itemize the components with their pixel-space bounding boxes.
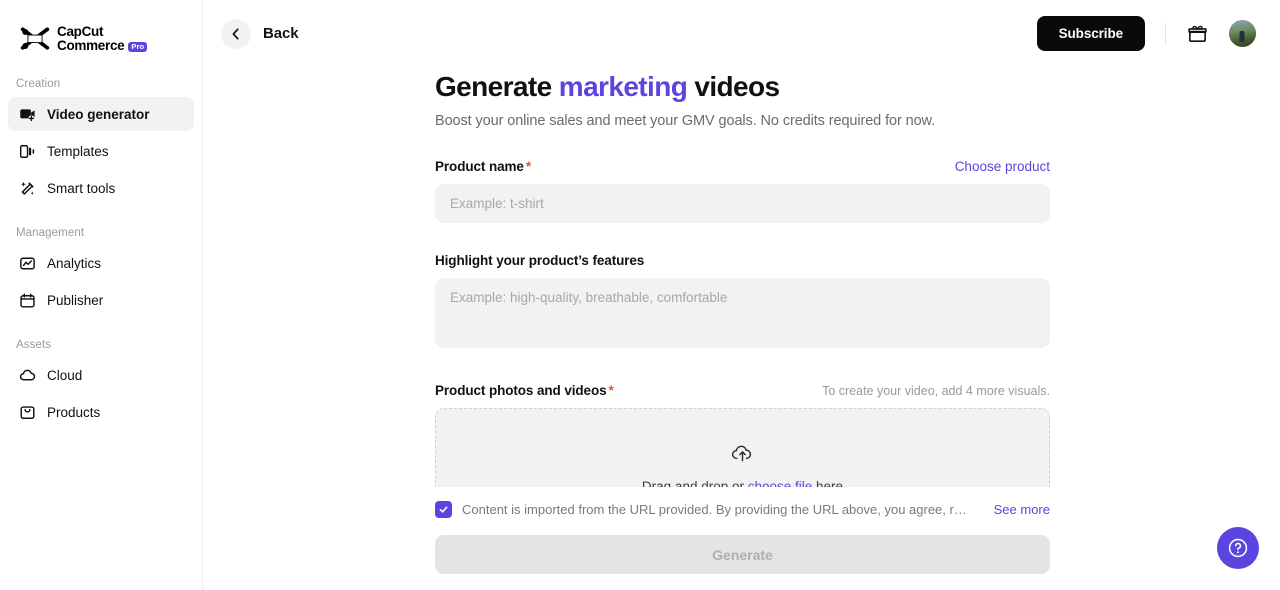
field-label-media: Product photos and videos *: [435, 383, 614, 398]
field-label-features: Highlight your product’s features: [435, 253, 645, 269]
sidebar-item-label: Products: [47, 404, 101, 420]
sidebar-item-analytics[interactable]: Analytics: [8, 246, 194, 280]
topbar: Back Subscribe: [203, 0, 1280, 67]
avatar[interactable]: [1229, 20, 1256, 47]
check-icon: [439, 506, 448, 513]
sidebar: CapCut Commerce Pro Creation Video gener…: [0, 0, 203, 590]
cloud-icon: [18, 366, 36, 384]
field-features: Highlight your product’s features: [435, 253, 1050, 353]
generate-button[interactable]: Generate: [435, 535, 1050, 574]
capcut-logo-icon: [20, 26, 50, 52]
page-title-accent: marketing: [558, 71, 688, 102]
sidebar-group-assets: Cloud Products: [0, 358, 202, 429]
app-root: CapCut Commerce Pro Creation Video gener…: [0, 0, 1280, 590]
sidebar-item-label: Analytics: [47, 255, 102, 271]
page-title-part2: videos: [687, 71, 780, 102]
consent-checkbox[interactable]: [435, 501, 452, 518]
topbar-actions: Subscribe: [1036, 16, 1256, 51]
video-generator-icon: [18, 105, 36, 123]
publisher-icon: [18, 291, 36, 309]
back-button[interactable]: Back: [221, 18, 299, 49]
media-hint: To create your video, add 4 more visuals…: [822, 384, 1050, 399]
sidebar-item-label: Cloud: [47, 367, 83, 383]
sidebar-item-smart-tools[interactable]: Smart tools: [8, 171, 194, 205]
chevron-left-icon: [221, 18, 251, 49]
logo-line-commerce: Commerce Pro: [57, 38, 148, 53]
page-title-part1: Generate: [435, 71, 559, 102]
cloud-upload-icon: [730, 442, 755, 468]
sidebar-item-templates[interactable]: Templates: [8, 134, 194, 168]
field-product-name: Product name * Choose product: [435, 159, 1050, 224]
sidebar-item-label: Templates: [47, 143, 109, 159]
question-mark-icon: [1228, 538, 1248, 558]
templates-icon: [18, 142, 36, 160]
logo-wordmark: CapCut Commerce Pro: [57, 24, 148, 53]
pro-badge: Pro: [128, 41, 148, 52]
sidebar-item-video-generator[interactable]: Video generator: [8, 97, 194, 131]
field-media-header: Product photos and videos * To create you…: [435, 383, 1050, 398]
sidebar-item-products[interactable]: Products: [8, 395, 194, 429]
field-label-product-name: Product name *: [435, 159, 531, 174]
logo-line-capcut: CapCut: [57, 24, 104, 40]
logo-commerce-text: Commerce: [57, 38, 125, 53]
sidebar-group-creation: Video generator Templates Smart tools: [0, 97, 202, 205]
analytics-icon: [18, 254, 36, 272]
topbar-divider: [1165, 22, 1166, 45]
form-footer: Content is imported from the URL provide…: [203, 487, 1280, 590]
page-subtitle: Boost your online sales and meet your GM…: [435, 113, 936, 130]
subscribe-button[interactable]: Subscribe: [1036, 16, 1145, 51]
field-label-text: Product name: [435, 159, 524, 175]
sidebar-item-publisher[interactable]: Publisher: [8, 283, 194, 317]
main-area: Back Subscribe Generate marketing videos…: [203, 0, 1280, 590]
help-button[interactable]: [1217, 527, 1259, 569]
choose-product-link[interactable]: Choose product: [955, 159, 1050, 174]
sidebar-item-label: Video generator: [47, 106, 150, 122]
sidebar-group-management: Analytics Publisher: [0, 246, 202, 317]
form-column: Generate marketing videos Boost your onl…: [435, 67, 1050, 529]
field-label-text: Product photos and videos: [435, 383, 607, 399]
gift-icon[interactable]: [1184, 21, 1210, 47]
product-name-input[interactable]: [435, 184, 1050, 224]
required-asterisk: *: [525, 159, 531, 175]
consent-text: Content is imported from the URL provide…: [462, 502, 967, 517]
back-label: Back: [263, 25, 299, 42]
sidebar-item-cloud[interactable]: Cloud: [8, 358, 194, 392]
sidebar-item-label: Publisher: [47, 292, 104, 308]
required-asterisk: *: [608, 383, 614, 399]
app-logo[interactable]: CapCut Commerce Pro: [0, 0, 202, 56]
field-product-name-header: Product name * Choose product: [435, 159, 1050, 174]
field-features-header: Highlight your product’s features: [435, 253, 1050, 268]
products-icon: [18, 403, 36, 421]
features-textarea[interactable]: [435, 278, 1050, 349]
sidebar-section-label-assets: Assets: [16, 339, 52, 351]
page-title: Generate marketing videos: [435, 71, 1050, 103]
sidebar-item-label: Smart tools: [47, 180, 116, 196]
sidebar-section-label-creation: Creation: [16, 78, 61, 90]
see-more-link[interactable]: See more: [994, 502, 1050, 517]
consent-row: Content is imported from the URL provide…: [435, 501, 1050, 518]
smart-tools-icon: [18, 179, 36, 197]
sidebar-section-label-management: Management: [16, 227, 85, 239]
